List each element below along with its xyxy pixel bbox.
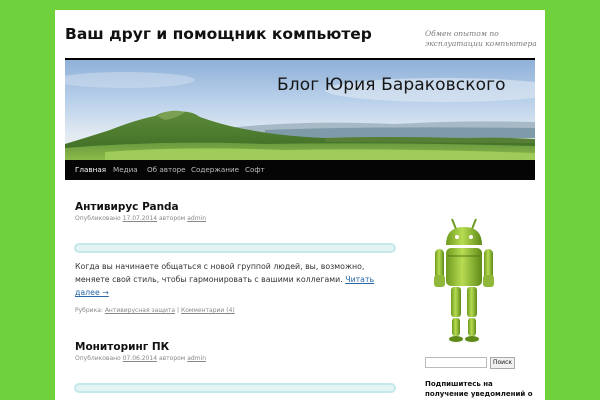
post-footer-separator: | bbox=[176, 307, 180, 314]
post-meta-author-label: автором bbox=[158, 355, 186, 362]
site-title[interactable]: Ваш друг и помощник компьютер bbox=[65, 25, 372, 43]
post-meta: Опубликовано 07.06.2014 автором admin bbox=[75, 355, 206, 362]
post-meta: Опубликовано 17.07.2014 автором admin bbox=[75, 215, 206, 222]
post-meta-published-label: Опубликовано bbox=[75, 215, 121, 222]
header-banner[interactable]: Блог Юрия Бараковского bbox=[65, 60, 535, 160]
post-meta-published-label: Опубликовано bbox=[75, 355, 121, 362]
post-date-link[interactable]: 17.07.2014 bbox=[123, 215, 157, 222]
page-container: Ваш друг и помощник компьютер Обмен опыт… bbox=[55, 10, 545, 400]
search-button[interactable]: Поиск bbox=[490, 357, 515, 369]
nav-item-media[interactable]: Медиа bbox=[113, 165, 138, 174]
post-category-link[interactable]: Антивирусная защита bbox=[105, 307, 175, 314]
post-meta-author-label: автором bbox=[158, 215, 186, 222]
nav-item-about[interactable]: Об авторе bbox=[147, 165, 186, 174]
search-input[interactable] bbox=[425, 357, 487, 368]
site-description: Обмен опытом по эксплуатации компьютера bbox=[425, 29, 537, 48]
post-author-link[interactable]: admin bbox=[187, 355, 206, 362]
post-footer: Рубрика: Антивирусная защита | Комментар… bbox=[75, 307, 235, 314]
banner-title: Блог Юрия Бараковского bbox=[277, 75, 506, 95]
main-navigation: Главная Медиа Об авторе Содержание Софт bbox=[65, 160, 535, 180]
post-excerpt: Когда вы начинаете общаться с новой груп… bbox=[75, 260, 395, 299]
nav-item-contents[interactable]: Содержание bbox=[191, 165, 239, 174]
post-category-label: Рубрика: bbox=[75, 307, 103, 314]
post-highlight-box bbox=[74, 383, 396, 393]
post-highlight-box bbox=[74, 243, 396, 253]
post-author-link[interactable]: admin bbox=[187, 215, 206, 222]
post-date-link[interactable]: 07.06.2014 bbox=[123, 355, 157, 362]
subscribe-widget-title: Подпишитесь на получение уведомлений о bbox=[425, 380, 533, 398]
nav-item-software[interactable]: Софт bbox=[245, 165, 265, 174]
nav-item-home[interactable]: Главная bbox=[75, 165, 106, 174]
post-comments-link[interactable]: Комментарии (4) bbox=[181, 307, 235, 314]
android-robot-icon bbox=[430, 215, 498, 345]
post-title[interactable]: Мониторинг ПК bbox=[75, 341, 169, 353]
post-title[interactable]: Антивирус Panda bbox=[75, 201, 179, 213]
post-excerpt-text: Когда вы начинаете общаться с новой груп… bbox=[75, 262, 365, 284]
